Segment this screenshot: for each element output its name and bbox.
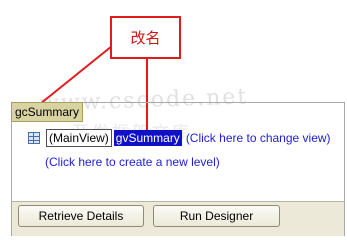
rename-callout: 改名	[110, 16, 181, 59]
level-tab[interactable]: gcSummary	[11, 102, 84, 122]
run-designer-button[interactable]: Run Designer	[153, 205, 280, 227]
view-row: (MainView) gvSummary (Click here to chan…	[28, 129, 331, 147]
create-level-link[interactable]: (Click here to create a new level)	[45, 155, 220, 169]
level-name-editor[interactable]: gvSummary	[113, 130, 182, 146]
retrieve-details-button[interactable]: Retrieve Details	[18, 205, 144, 227]
view-name-box[interactable]: (MainView)	[46, 129, 112, 147]
change-view-link[interactable]: (Click here to change view)	[186, 131, 331, 145]
grid-view-icon	[28, 132, 40, 144]
